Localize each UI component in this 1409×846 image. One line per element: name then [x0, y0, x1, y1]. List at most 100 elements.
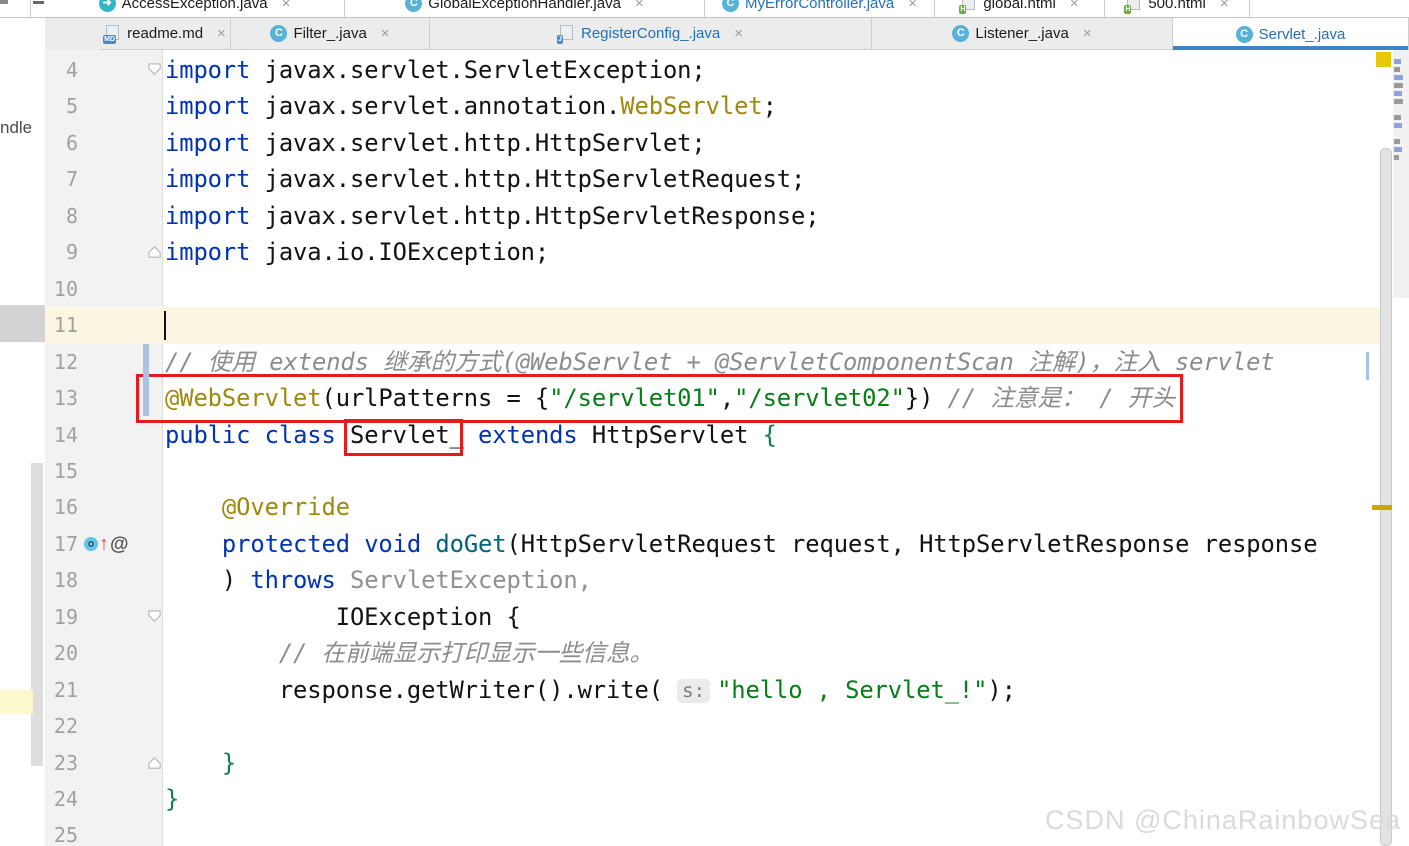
close-icon[interactable]: × — [282, 0, 291, 11]
vertical-scrollbar[interactable] — [1380, 148, 1392, 846]
close-icon[interactable]: × — [1220, 0, 1229, 11]
code-line-6[interactable]: 6 import javax.servlet.http.HttpServlet; — [0, 125, 1395, 161]
tab-registerconfig-java[interactable]: JRegisterConfig_.java× — [430, 18, 872, 50]
tab-accessexception-java[interactable]: ➜ AccessException.java × — [45, 0, 345, 17]
tab-myerrorcontroller-java[interactable]: CMyErrorController.java× — [705, 0, 935, 17]
class-icon: C — [270, 25, 287, 42]
line-number: 20 — [45, 635, 78, 671]
html-file-icon: H — [1125, 0, 1142, 12]
close-icon[interactable]: × — [635, 0, 644, 11]
tab-label: AccessException.java — [122, 0, 268, 12]
tab-readme-md[interactable]: MD readme.md × — [100, 18, 231, 50]
tab-label: readme.md — [127, 25, 203, 42]
code-line-4[interactable]: 4import javax.servlet.ServletException; — [0, 52, 1395, 88]
code-line-18[interactable]: 18 ) throws ServletException, — [0, 562, 1395, 598]
minimize-icon — [33, 1, 44, 4]
tab-label: Filter_.java — [293, 25, 366, 42]
code-text: import javax.servlet.http.HttpServlet; — [165, 125, 706, 161]
line-number: 12 — [45, 344, 78, 380]
overrides-up-arrow-icon: ↑ — [99, 534, 109, 554]
code-line-5[interactable]: 5import javax.servlet.annotation.WebServ… — [0, 88, 1395, 124]
tab-label: MyErrorController.java — [745, 0, 894, 12]
background-highlight-fragment — [0, 690, 33, 714]
code-line-15[interactable]: 15 — [0, 453, 1395, 489]
minimap-bar — [1394, 147, 1402, 152]
editor-tab-row-1: ➜ AccessException.java × C GlobalExceptionHa… — [0, 0, 1409, 18]
class-icon: C — [405, 0, 422, 12]
close-icon[interactable]: × — [908, 0, 917, 11]
fold-marker-up-icon[interactable] — [147, 244, 162, 259]
exception-class-icon: ➜ — [99, 0, 116, 12]
gutter-change-bar — [143, 344, 149, 380]
code-text: ) throws ServletException, — [165, 562, 592, 598]
close-icon[interactable]: × — [734, 26, 743, 41]
annotation-at-icon: @ — [110, 535, 129, 554]
tab-globalexceptionhandler-java[interactable]: C GlobalExceptionHandler.java × — [345, 0, 705, 17]
code-line-17[interactable]: 17↑@ protected void doGet(HttpServletReq… — [0, 526, 1395, 562]
code-line-11[interactable]: 11 — [0, 307, 1395, 343]
code-line-7[interactable]: 7import javax.servlet.http.HttpServletRe… — [0, 161, 1395, 197]
tab-servlet-java[interactable]: CServlet_.java — [1173, 18, 1409, 50]
tab-listener-java[interactable]: CListener_.java× — [872, 18, 1173, 50]
line-number: 14 — [45, 417, 78, 453]
minimap[interactable] — [1393, 50, 1409, 298]
fold-marker-down-icon[interactable] — [147, 609, 162, 624]
code-line-8[interactable]: 8import javax.servlet.http.HttpServletRe… — [0, 198, 1395, 234]
code-text: import javax.servlet.annotation.WebServl… — [165, 88, 777, 124]
scrollbar-warning-mark — [1372, 505, 1392, 510]
line-number: 10 — [45, 271, 78, 307]
minimap-bar — [1394, 139, 1400, 144]
background-scrollbar-fragment — [31, 463, 43, 766]
tab-list-row-1: ➜ AccessException.java × C GlobalExceptionHa… — [45, 0, 1250, 17]
code-line-9[interactable]: 9import java.io.IOException; — [0, 234, 1395, 270]
md-file-icon: MD — [104, 25, 121, 42]
line-number: 9 — [45, 234, 78, 270]
code-line-22[interactable]: 22 — [0, 708, 1395, 744]
fold-marker-up-icon[interactable] — [147, 755, 162, 770]
ide-window: ➜ AccessException.java × C GlobalExceptionHa… — [0, 0, 1409, 846]
tab-500-html[interactable]: H500.html× — [1105, 0, 1250, 17]
code-line-23[interactable]: 23 } — [0, 745, 1395, 781]
code-line-16[interactable]: 16 @Override — [0, 489, 1395, 525]
line-number: 17 — [45, 526, 78, 562]
tab-global-html[interactable]: Hglobal.html × — [935, 0, 1105, 17]
html-file-icon: H — [960, 0, 977, 12]
code-text: import javax.servlet.http.HttpServletReq… — [165, 161, 805, 197]
close-icon[interactable]: × — [217, 26, 226, 41]
close-icon[interactable]: × — [1070, 0, 1079, 11]
minimap-bar — [1394, 123, 1402, 128]
code-line-19[interactable]: 19 IOException { — [0, 599, 1395, 635]
background-window-fragment — [0, 305, 45, 342]
scrollbar-change-mark — [1366, 352, 1369, 380]
line-number: 18 — [45, 562, 78, 598]
background-window-fragment — [0, 0, 8, 4]
code-line-10[interactable]: 10 — [0, 271, 1395, 307]
minimap-bar — [1394, 75, 1403, 80]
minimap-bar — [1394, 99, 1403, 104]
code-lines: 4import javax.servlet.ServletException;5… — [0, 50, 1409, 846]
code-line-20[interactable]: 20 // 在前端显示打印显示一些信息。 — [0, 635, 1395, 671]
tab-list-row-2: MDreadme.md×CFilter_.java×JRegisterConfi… — [100, 18, 1409, 50]
line-number: 6 — [45, 125, 78, 161]
close-icon[interactable]: × — [381, 26, 390, 41]
fold-marker-down-icon[interactable] — [147, 62, 162, 77]
tab-label: GlobalExceptionHandler.java — [428, 0, 621, 12]
gutter-icons[interactable]: ↑@ — [84, 526, 129, 562]
tab-filter-java[interactable]: C Filter_.java × — [231, 18, 430, 50]
minimap-bar — [1394, 59, 1401, 64]
minimap-bar — [1394, 67, 1400, 72]
code-line-21[interactable]: 21 response.getWriter().write( s:"hello … — [0, 672, 1395, 708]
close-icon[interactable]: × — [1083, 26, 1092, 41]
minimap-bar — [1394, 115, 1401, 120]
override-method-icon[interactable] — [84, 537, 98, 551]
line-number: 4 — [45, 52, 78, 88]
tab-label: RegisterConfig_.java — [581, 25, 720, 42]
code-text: response.getWriter().write( s:"hello , S… — [165, 672, 1016, 708]
csdn-watermark: CSDN @ChinaRainbowSea — [1045, 805, 1401, 836]
code-editor[interactable]: 4import javax.servlet.ServletException;5… — [0, 50, 1409, 846]
line-number: 8 — [45, 198, 78, 234]
minimap-bar — [1394, 91, 1402, 96]
line-number: 22 — [45, 708, 78, 744]
line-number: 11 — [45, 307, 78, 343]
tab-label: global.html — [983, 0, 1056, 12]
